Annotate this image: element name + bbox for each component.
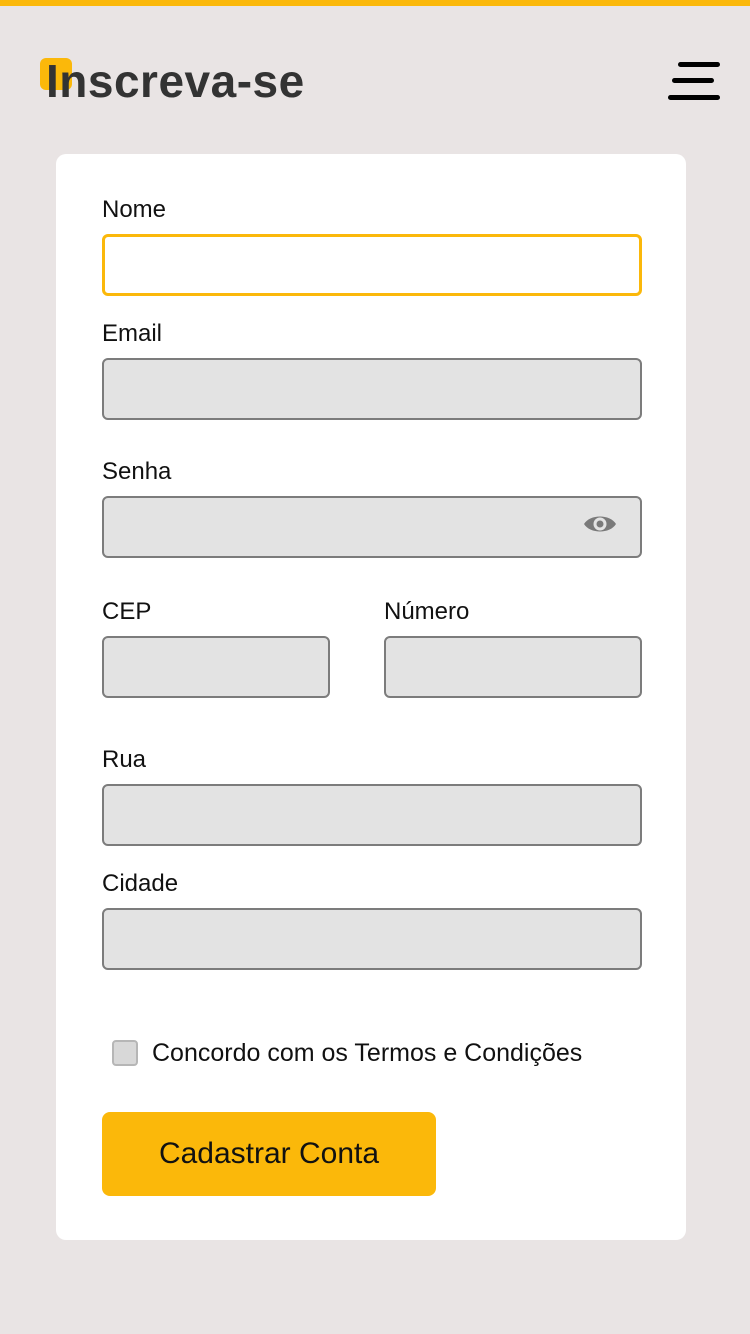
page-title: Inscreva-se — [46, 55, 305, 107]
terms-label[interactable]: Concordo com os Termos e Condições — [152, 1039, 582, 1068]
password-label: Senha — [102, 458, 172, 485]
top-accent-strip — [0, 0, 750, 6]
menu-bar-top — [678, 62, 720, 67]
email-field[interactable] — [102, 358, 642, 420]
terms-checkbox[interactable] — [112, 1040, 138, 1066]
city-field[interactable] — [102, 908, 642, 970]
name-label: Nome — [102, 196, 167, 223]
street-field[interactable] — [102, 784, 642, 846]
menu-bar-middle — [672, 78, 714, 83]
cep-field[interactable] — [102, 636, 330, 698]
password-field[interactable] — [102, 496, 642, 558]
hamburger-menu-icon[interactable] — [664, 58, 722, 106]
number-field[interactable] — [384, 636, 642, 698]
create-account-button[interactable]: Cadastrar Conta — [102, 1112, 436, 1196]
email-label: Email — [102, 320, 163, 347]
menu-bar-bottom — [668, 95, 720, 100]
number-label: Número — [384, 598, 470, 625]
signup-form-card: Nome Email Senha CEP Número Rua Cidade C… — [56, 154, 686, 1240]
street-label: Rua — [102, 746, 147, 773]
name-field[interactable] — [102, 234, 642, 296]
cep-label: CEP — [102, 598, 152, 625]
eye-icon[interactable] — [582, 510, 618, 538]
city-label: Cidade — [102, 870, 179, 897]
